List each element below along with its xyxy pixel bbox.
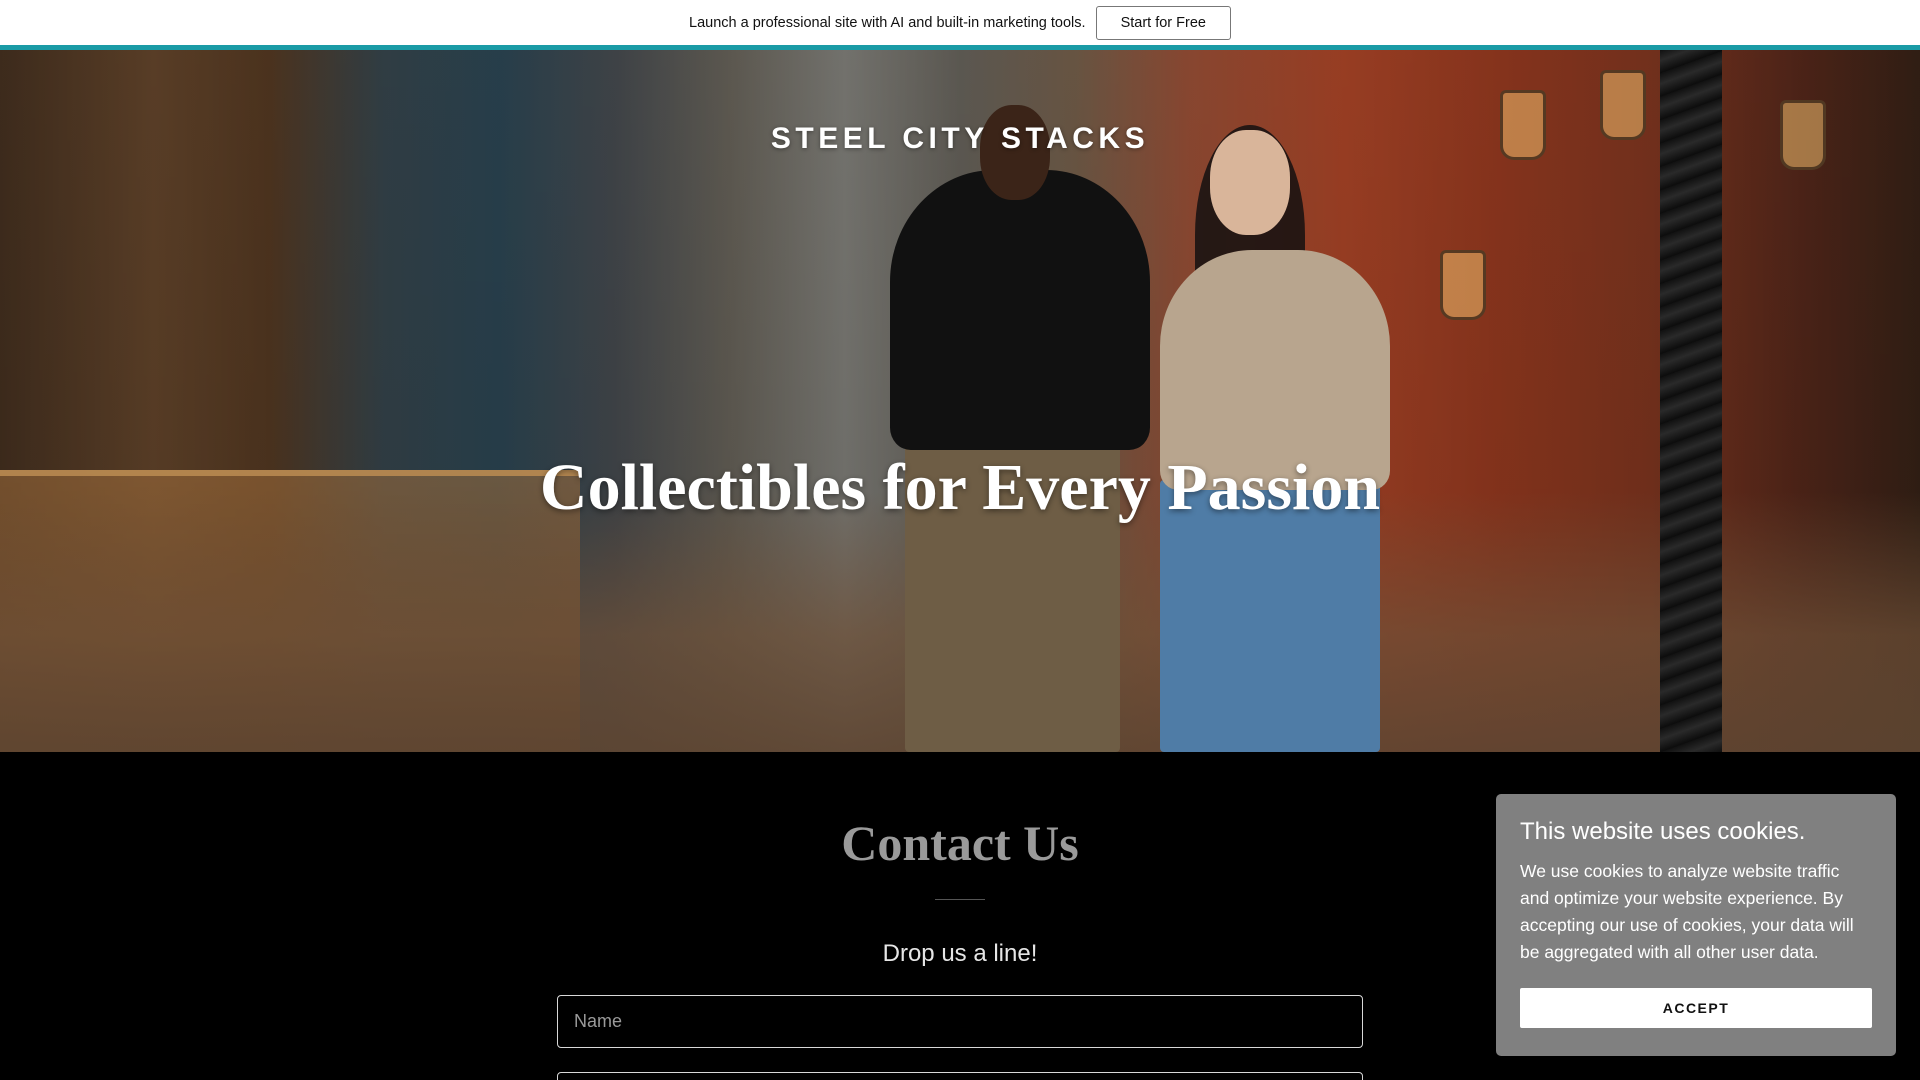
cookie-text: We use cookies to analyze website traffi… <box>1520 861 1854 962</box>
promo-bar: Launch a professional site with AI and b… <box>0 0 1920 45</box>
hero-image-lantern <box>1440 250 1486 320</box>
name-input[interactable] <box>557 995 1363 1048</box>
start-for-free-button[interactable]: Start for Free <box>1095 5 1231 40</box>
hero-section: STEEL CITY STACKS Collectibles for Every… <box>0 50 1920 752</box>
email-input[interactable] <box>557 1072 1363 1080</box>
accept-cookies-button[interactable]: ACCEPT <box>1520 988 1872 1028</box>
hero-image-person <box>890 170 1150 450</box>
hero-heading: Collectibles for Every Passion <box>539 451 1381 524</box>
promo-text: Launch a professional site with AI and b… <box>689 14 1086 31</box>
cookie-title: This website uses cookies. <box>1520 818 1806 845</box>
cookie-banner: This website uses cookies. We use cookie… <box>1496 794 1896 1056</box>
section-divider <box>935 899 985 900</box>
site-title[interactable]: STEEL CITY STACKS <box>0 122 1920 156</box>
